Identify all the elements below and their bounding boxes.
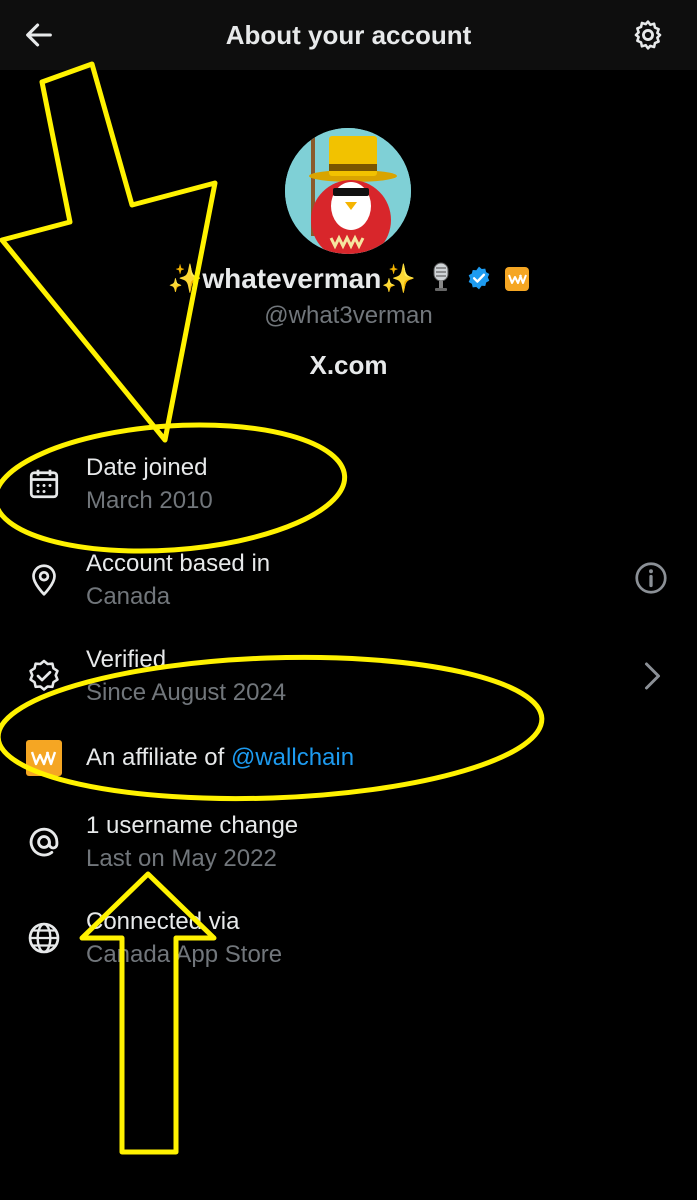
verified-row[interactable]: Verified Since August 2024: [0, 642, 697, 706]
row-value: Canada App Store: [86, 941, 283, 968]
annotation-arrow-down: [0, 61, 218, 443]
info-icon[interactable]: [633, 560, 669, 596]
at-sign-icon: [29, 827, 59, 857]
location-pin-icon: [32, 564, 56, 596]
row-value: March 2010: [86, 487, 213, 514]
sparkle-emoji: ✨: [381, 263, 417, 294]
microphone-icon: [433, 262, 449, 291]
verified-check-icon[interactable]: [466, 265, 492, 291]
row-label: Verified: [86, 646, 167, 673]
wallchain-affiliate-badge-icon[interactable]: [504, 266, 530, 292]
chevron-right-icon[interactable]: [633, 658, 669, 694]
wallchain-link[interactable]: @wallchain: [231, 744, 354, 771]
row-label: 1 username change: [86, 812, 299, 839]
username-handle: @what3verman: [264, 302, 433, 329]
display-name: whateverman: [202, 263, 382, 294]
account-based-in-row: Account based in Canada: [0, 546, 697, 610]
row-value: Canada: [86, 583, 171, 610]
row-value: Last on May 2022: [86, 845, 277, 872]
display-name-row: ✨whateverman✨: [0, 262, 697, 295]
row-label: Account based in: [86, 550, 271, 577]
row-label: Date joined: [86, 454, 208, 481]
affiliate-prefix: An affiliate of: [86, 744, 231, 771]
username-change-row: 1 username change Last on May 2022: [0, 808, 697, 872]
calendar-icon: [29, 469, 59, 499]
wallchain-logo-icon: [26, 740, 62, 776]
page-title: About your account: [225, 20, 472, 50]
row-label: Connected via: [86, 908, 240, 935]
affiliate-label: An affiliate of @wallchain: [86, 744, 354, 772]
sparkle-emoji: ✨: [167, 263, 203, 294]
globe-icon: [28, 922, 60, 954]
gear-icon[interactable]: [631, 18, 665, 52]
date-joined-row: Date joined March 2010: [0, 450, 697, 514]
top-bar: About your account: [0, 0, 697, 70]
row-value: Since August 2024: [86, 679, 287, 706]
connected-via-row: Connected via Canada App Store: [0, 904, 697, 968]
affiliate-row: An affiliate of @wallchain: [0, 738, 697, 778]
connected-site: X.com: [309, 350, 388, 380]
verified-badge-icon: [29, 659, 59, 691]
avatar[interactable]: [285, 128, 411, 254]
